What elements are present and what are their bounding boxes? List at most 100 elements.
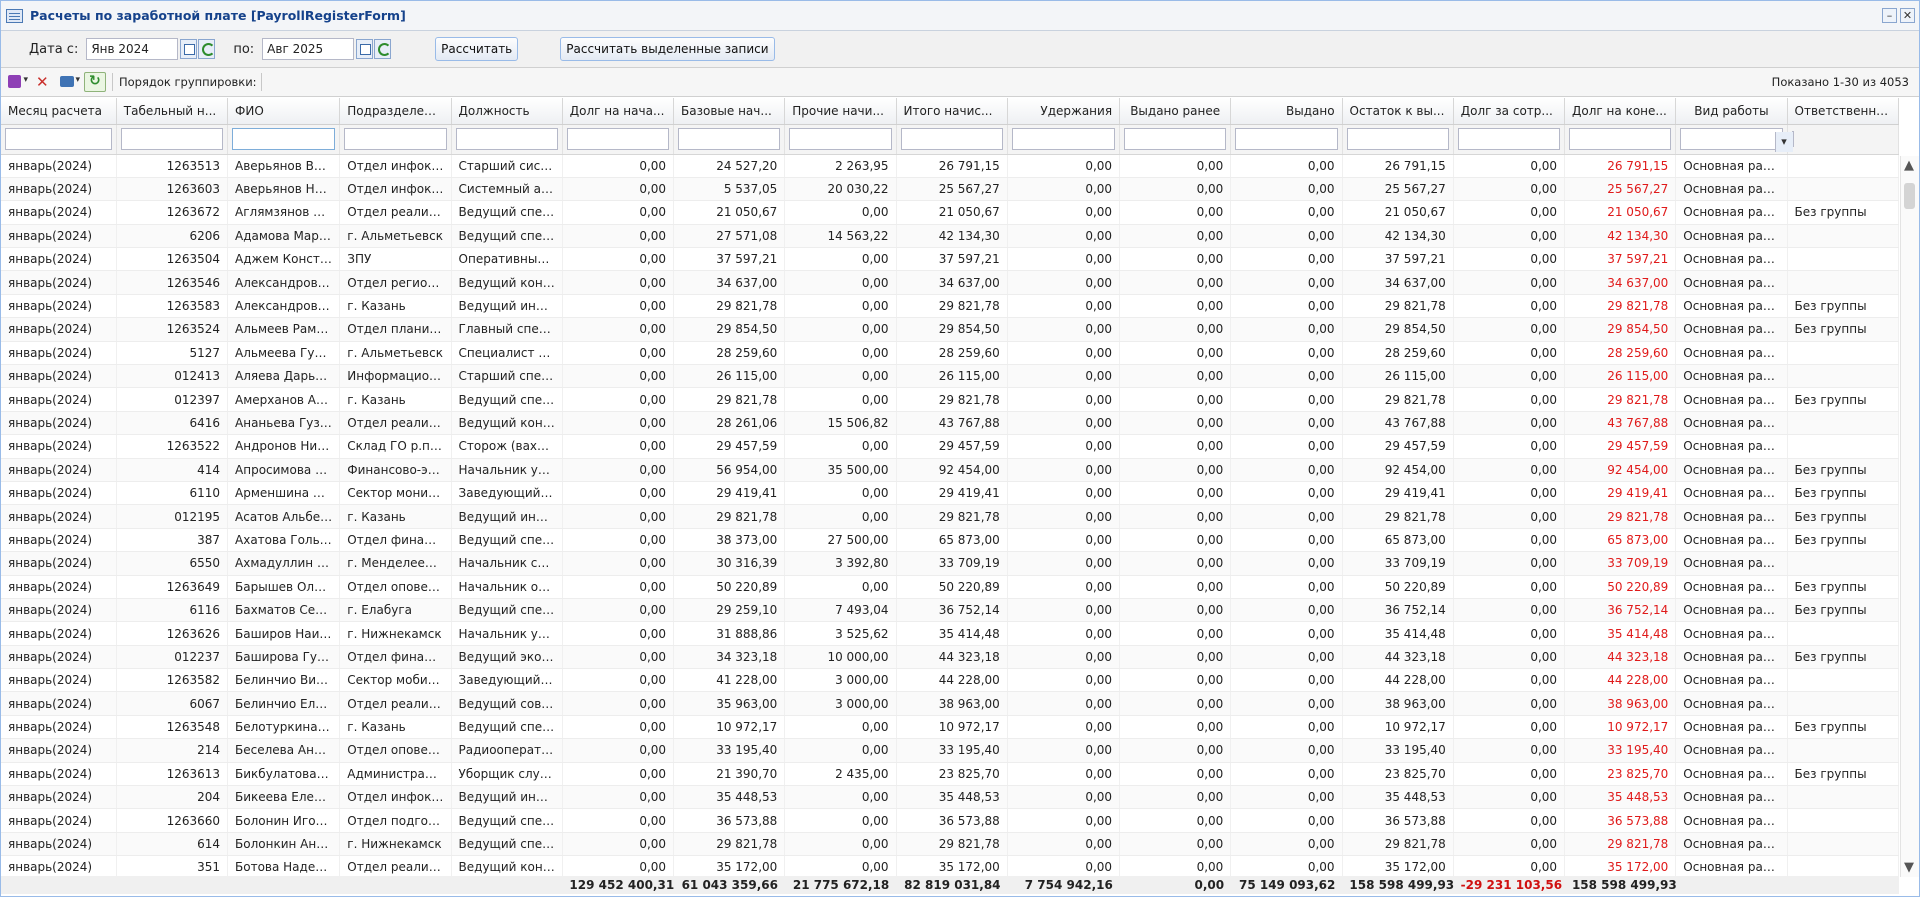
filter-input[interactable] (1124, 128, 1227, 150)
table-row[interactable]: январь(2024) 614 Болонкин Андр... г. Нижнек… (1, 832, 1900, 857)
filter-input[interactable] (1346, 128, 1449, 150)
calendar-icon[interactable] (356, 39, 374, 59)
table-cell: 0,00 (1230, 200, 1343, 225)
table-row[interactable]: январь(2024) 1263546 Александров П... Отдел… (1, 270, 1900, 295)
table-cell: 0,00 (1119, 341, 1232, 366)
column-header[interactable]: Вид работы (1675, 98, 1788, 125)
vertical-scrollbar[interactable]: ▲ ▼ (1900, 156, 1919, 877)
table-row[interactable]: январь(2024) 1263582 Белинчио Викт... Секто… (1, 668, 1900, 693)
table-row[interactable]: январь(2024) 6416 Ананьева Гузел... Отдел р… (1, 411, 1900, 436)
table-row[interactable]: январь(2024) 1263583 Александрова ... г. Ка… (1, 294, 1900, 319)
column-header[interactable]: Ответственный... (1787, 98, 1900, 125)
filter-input[interactable] (1569, 128, 1672, 150)
table-cell: 0,00 (1119, 458, 1232, 482)
date-to-field[interactable]: Авг 2025 (262, 38, 355, 60)
print-menu-icon[interactable] (58, 72, 80, 92)
column-header[interactable]: Должность (451, 98, 563, 125)
table-cell: 31 888,86 (673, 621, 786, 646)
table-row[interactable]: январь(2024) 1263660 Болонин Игорь ... Отде… (1, 808, 1900, 833)
column-header[interactable]: Прочие начи... (784, 98, 897, 125)
table-row[interactable]: январь(2024) 6550 Ахмадуллин Ай... г. Менде… (1, 551, 1900, 576)
table-row[interactable]: январь(2024) 6116 Бахматов Серге... г. Елаб… (1, 598, 1900, 623)
date-from-field[interactable]: Янв 2024 (86, 38, 179, 60)
column-header[interactable]: Итого начис... (896, 98, 1008, 125)
filter-input[interactable] (5, 128, 112, 150)
column-header[interactable]: Подразделение (339, 98, 452, 125)
window-titlebar[interactable]: Расчеты по заработной плате [PayrollRegi… (1, 1, 1919, 31)
actions-menu-icon[interactable] (6, 72, 28, 92)
table-cell: 0,00 (562, 364, 675, 389)
table-cell: 0,00 (1453, 621, 1566, 646)
table-cell: Отдел инфоком... (339, 154, 452, 178)
table-row[interactable]: январь(2024) 1263603 Аверьянов Ник... Отдел… (1, 177, 1900, 202)
filter-input[interactable] (1680, 128, 1783, 150)
scroll-up-icon[interactable]: ▲ (1904, 158, 1914, 173)
table-row[interactable]: январь(2024) 6110 Арменшина Ли... Сектор мо… (1, 481, 1900, 506)
table-row[interactable]: январь(2024) 1263504 Аджем Констан... ЗПУ Оп… (1, 247, 1900, 272)
calculate-selected-button[interactable]: Рассчитать выделенные записи (560, 37, 775, 61)
calculate-button[interactable]: Рассчитать (435, 37, 519, 61)
table-row[interactable]: январь(2024) 1263522 Андронов Нико... Склад… (1, 434, 1900, 459)
table-row[interactable]: январь(2024) 012413 Аляева Дарья В... Инфор… (1, 364, 1900, 389)
filter-input[interactable] (344, 128, 447, 150)
refresh-icon[interactable] (84, 72, 106, 92)
filter-input[interactable] (1011, 128, 1116, 150)
column-header[interactable]: Долг за сотр... (1453, 98, 1566, 125)
scroll-down-icon[interactable]: ▼ (1904, 860, 1914, 875)
column-header[interactable]: Долг на коне... (1564, 98, 1677, 125)
column-header[interactable]: Табельный н... (116, 98, 229, 125)
table-cell: 0,00 (1230, 528, 1343, 553)
table-row[interactable]: январь(2024) 6067 Белинчио Елен... Отдел ре… (1, 691, 1900, 716)
column-header[interactable]: Выдано (1230, 98, 1343, 125)
filter-input[interactable] (1235, 128, 1338, 150)
table-row[interactable]: январь(2024) 012397 Амерханов Аль... г. Каз… (1, 387, 1900, 412)
table-cell: 56 954,00 (673, 458, 786, 482)
close-icon[interactable]: ✕ (1900, 8, 1915, 23)
filter-input[interactable] (900, 128, 1003, 150)
grouping-order-label[interactable]: Порядок группировки: (119, 75, 257, 89)
filter-input[interactable] (789, 128, 892, 150)
filter-input[interactable] (678, 128, 781, 150)
table-cell (1787, 434, 1900, 459)
table-row[interactable]: январь(2024) 387 Ахатова Гольну... Отдел фи… (1, 528, 1900, 553)
minimize-icon[interactable]: – (1882, 8, 1897, 23)
column-header[interactable]: ФИО (227, 98, 341, 125)
table-row[interactable]: январь(2024) 414 Апросимова Лю... Финансово… (1, 458, 1900, 482)
table-row[interactable]: январь(2024) 1263672 Аглямзянов Ай... Отдел… (1, 200, 1900, 225)
table-row[interactable]: январь(2024) 6206 Адамова Мария... г. Альме… (1, 224, 1900, 249)
table-row[interactable]: январь(2024) 1263513 Аверьянов Вла... Отдел… (1, 154, 1900, 178)
filter-input[interactable] (566, 128, 670, 150)
column-header[interactable]: Долг на нача... (562, 98, 675, 125)
filter-input[interactable] (232, 128, 336, 150)
table-row[interactable]: январь(2024) 1263524 Альмеев Рамил... Отдел… (1, 317, 1900, 342)
clear-filter-icon[interactable] (32, 72, 54, 92)
column-header[interactable]: Удержания (1007, 98, 1121, 125)
filter-input[interactable] (455, 128, 558, 150)
table-row[interactable]: январь(2024) 1263649 Барышев Олег ... Отдел… (1, 575, 1900, 599)
table-row[interactable]: январь(2024) 012237 Баширова Гузе... Отдел … (1, 645, 1900, 670)
filter-input[interactable] (120, 128, 224, 150)
table-row[interactable]: январь(2024) 012195 Асатов Альберт... г. Ка… (1, 504, 1900, 529)
table-row[interactable]: январь(2024) 214 Беселева Антон... Отдел оп… (1, 738, 1900, 763)
table-cell: Информационн... (339, 364, 452, 389)
table-row[interactable]: январь(2024) 1263548 Белотуркина А... г. Ка… (1, 715, 1900, 740)
column-header[interactable]: Месяц расчета (1, 98, 117, 125)
table-row[interactable]: январь(2024) 1263613 Бикбулатова Ф... Админ… (1, 762, 1900, 787)
column-header[interactable]: Выдано ранее (1119, 98, 1232, 125)
column-header[interactable]: Базовые нач... (673, 98, 786, 125)
table-row[interactable]: январь(2024) 204 Бикеева Елена ... Отдел ин… (1, 785, 1900, 810)
table-cell: Радиооператор... (451, 738, 563, 763)
table-cell: 26 115,00 (673, 364, 786, 389)
filter-combo[interactable] (1791, 131, 1794, 147)
scroll-thumb[interactable] (1904, 183, 1915, 209)
filter-input[interactable] (1457, 128, 1561, 150)
window-title: Расчеты по заработной плате [PayrollRegi… (30, 8, 406, 23)
table-row[interactable]: январь(2024) 5127 Альмеева Гуль... г. Альме… (1, 341, 1900, 366)
refresh-date-icon[interactable] (198, 39, 216, 59)
table-cell: Основная работа (1675, 575, 1788, 599)
table-row[interactable]: январь(2024) 1263626 Баширов Наиль... г. Ни… (1, 621, 1900, 646)
refresh-date-icon[interactable] (374, 39, 392, 59)
column-header[interactable]: Остаток к вы... (1342, 98, 1454, 125)
calendar-icon[interactable] (180, 39, 198, 59)
toolbar-separator (112, 73, 113, 91)
